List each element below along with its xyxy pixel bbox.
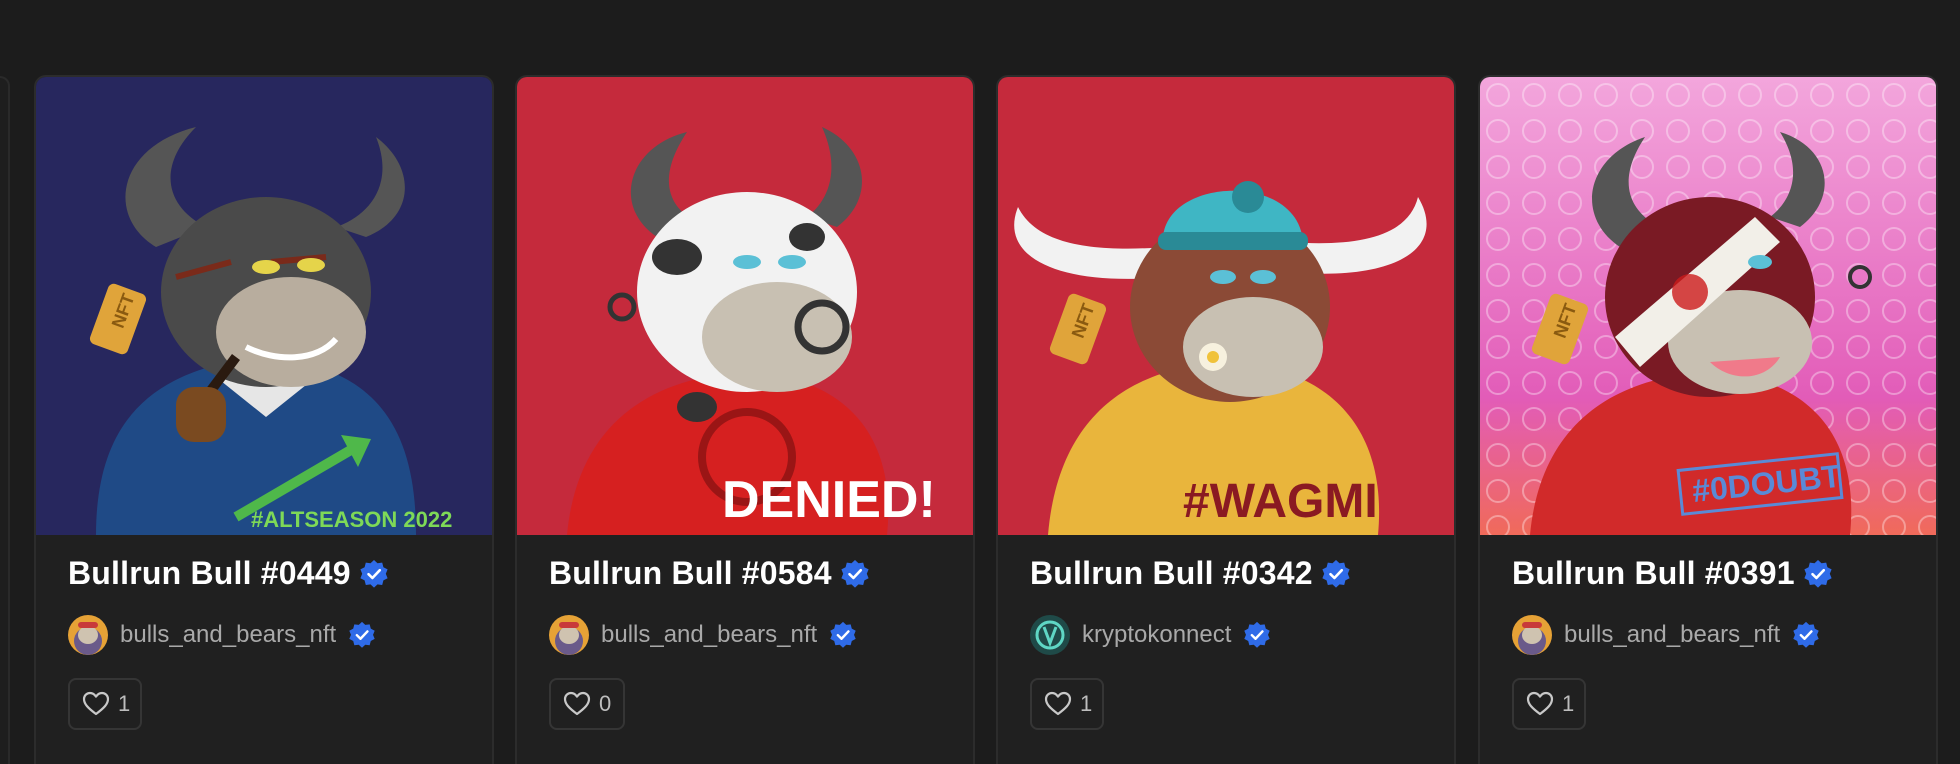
nft-image[interactable]: NFT #ALTSEASON 2022	[36, 77, 492, 535]
svg-text:#WAGMI: #WAGMI	[1183, 475, 1378, 528]
svg-text:#ALTSEASON 2022: #ALTSEASON 2022	[251, 507, 452, 532]
like-count: 0	[599, 691, 612, 716]
creator-link[interactable]: bulls_and_bears_nft	[68, 615, 376, 655]
verified-badge-icon	[1244, 621, 1271, 648]
nft-card[interactable]: DENIED! Bullrun Bull #0584 bulls_and_bea…	[515, 75, 975, 764]
creator-avatar[interactable]	[1512, 615, 1552, 655]
nft-image[interactable]: NFT #WAGMI	[998, 77, 1454, 535]
like-button[interactable]: 1	[1512, 678, 1587, 730]
svg-text:DENIED!: DENIED!	[722, 471, 936, 529]
card-title[interactable]: Bullrun Bull #0391	[1512, 555, 1833, 592]
nft-card[interactable]: NFT #0DOUBT Bullrun Bull #0391 bulls_and…	[1478, 75, 1938, 764]
bull-artwork-cap-flower: NFT #WAGMI	[998, 77, 1454, 535]
heart-icon	[82, 691, 110, 716]
creator-link[interactable]: bulls_and_bears_nft	[549, 615, 857, 655]
nft-name[interactable]: Bullrun Bull #0391	[1512, 555, 1795, 592]
creator-avatar[interactable]	[549, 615, 589, 655]
bull-artwork-nose-ring: DENIED!	[517, 77, 973, 535]
nft-card[interactable]: NFT #WAGMI Bullrun Bull #0342 kryptokonn…	[996, 75, 1456, 764]
nft-name[interactable]: Bullrun Bull #0584	[549, 555, 832, 592]
creator-name[interactable]: bulls_and_bears_nft	[120, 621, 336, 649]
verified-badge-icon	[1322, 559, 1350, 588]
creator-name[interactable]: kryptokonnect	[1082, 621, 1231, 649]
nft-name[interactable]: Bullrun Bull #0342	[1030, 555, 1313, 592]
verified-badge-icon	[1804, 559, 1832, 588]
heart-icon	[1044, 691, 1072, 716]
creator-name[interactable]: bulls_and_bears_nft	[1564, 621, 1780, 649]
like-count: 1	[118, 691, 131, 716]
creator-avatar[interactable]	[68, 615, 108, 655]
card-title[interactable]: Bullrun Bull #0449	[68, 555, 389, 592]
bull-artwork-bandage: NFT #0DOUBT	[1480, 77, 1936, 535]
heart-icon	[563, 691, 591, 716]
verified-badge-icon	[349, 621, 375, 648]
verified-badge-icon	[830, 621, 856, 648]
like-count: 1	[1080, 691, 1093, 716]
like-button[interactable]: 1	[1030, 678, 1105, 730]
creator-link[interactable]: bulls_and_bears_nft	[1512, 615, 1820, 655]
creator-name[interactable]: bulls_and_bears_nft	[601, 621, 817, 649]
heart-icon	[1526, 691, 1554, 716]
card-title[interactable]: Bullrun Bull #0584	[549, 555, 870, 592]
card-title[interactable]: Bullrun Bull #0342	[1030, 555, 1351, 592]
previous-card-edge	[0, 76, 10, 764]
like-button[interactable]: 0	[549, 678, 625, 730]
like-button[interactable]: 1	[68, 678, 143, 730]
bull-artwork-pipe: NFT #ALTSEASON 2022	[36, 77, 492, 535]
nft-name[interactable]: Bullrun Bull #0449	[68, 555, 351, 592]
nft-grid: NFT #ALTSEASON 2022 Bullrun Bull #0449 b…	[0, 0, 1960, 764]
nft-image[interactable]: DENIED!	[517, 77, 973, 535]
nft-card[interactable]: NFT #ALTSEASON 2022 Bullrun Bull #0449 b…	[34, 75, 494, 764]
nft-image[interactable]: NFT #0DOUBT	[1480, 77, 1936, 535]
creator-link[interactable]: kryptokonnect	[1030, 615, 1271, 655]
verified-badge-icon	[841, 559, 869, 588]
creator-avatar[interactable]	[1030, 615, 1070, 655]
verified-badge-icon	[1793, 621, 1819, 648]
like-count: 1	[1562, 691, 1575, 716]
verified-badge-icon	[360, 559, 388, 588]
